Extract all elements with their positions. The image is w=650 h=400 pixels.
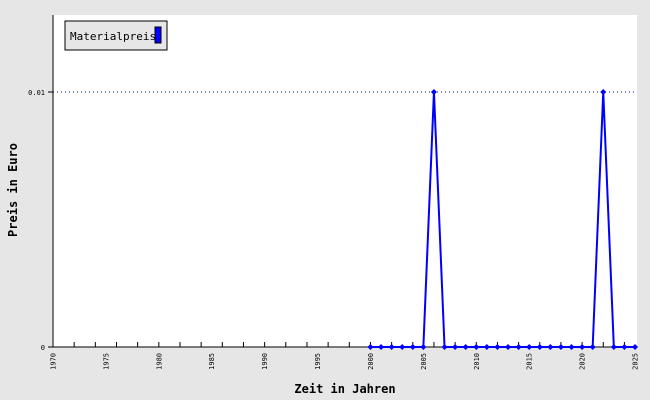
y-tick-label: 0	[41, 344, 45, 352]
x-tick-label: 2015	[526, 353, 534, 370]
plot-area	[53, 15, 637, 347]
x-tick-label: 2005	[420, 353, 428, 370]
x-tick-label: 2020	[579, 353, 587, 370]
x-tick-label: 1990	[261, 353, 269, 370]
legend-swatch	[154, 26, 162, 44]
legend: Materialpreis	[64, 20, 168, 51]
x-tick-label: 1975	[102, 353, 110, 370]
x-tick-label: 1980	[155, 353, 163, 370]
x-tick-label: 1970	[50, 353, 58, 370]
y-tick-label: 0.01	[28, 89, 45, 97]
x-tick-label: 1985	[208, 353, 216, 370]
x-axis-label: Zeit in Jahren	[294, 382, 395, 396]
y-axis-label: Preis in Euro	[6, 143, 20, 237]
x-tick-label: 1995	[314, 353, 322, 370]
x-tick-label: 2010	[473, 353, 481, 370]
x-tick-label: 2000	[367, 353, 375, 370]
x-tick-label: 2025	[632, 353, 640, 370]
chart: 0 0.01 1970 1975 1980 1985 1990 1995 2000 2005 20…	[0, 0, 650, 400]
legend-label: Materialpreis	[70, 30, 156, 43]
